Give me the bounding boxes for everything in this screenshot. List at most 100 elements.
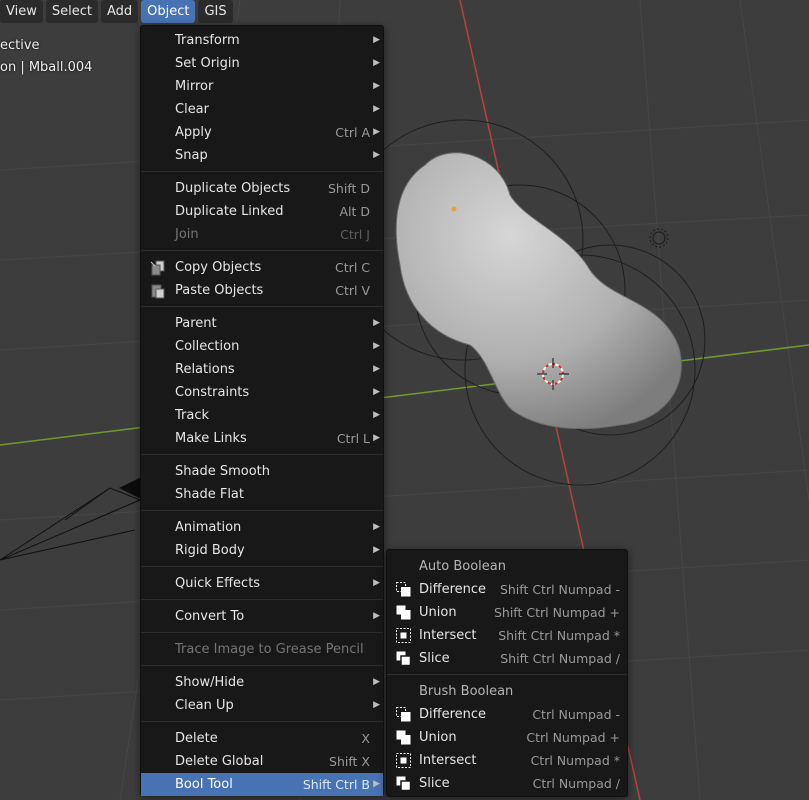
- submenu-arrow-icon: ▶: [373, 58, 380, 68]
- menu-item-label: Bool Tool: [175, 777, 233, 792]
- menu-item-label: Show/Hide: [175, 675, 245, 690]
- menu-item-apply[interactable]: Apply Ctrl A ▶: [141, 121, 383, 144]
- menu-item-label: Convert To: [175, 609, 245, 624]
- menu-item-rigid-body[interactable]: Rigid Body ▶: [141, 539, 383, 562]
- submenu-arrow-icon: ▶: [373, 779, 380, 789]
- submenu-arrow-icon: ▶: [373, 700, 380, 710]
- menu-separator: [387, 674, 627, 675]
- menu-item-clear[interactable]: Clear ▶: [141, 98, 383, 121]
- menu-separator: [141, 566, 383, 567]
- submenu-heading-auto-boolean: Auto Boolean: [419, 559, 506, 574]
- menu-item-parent[interactable]: Parent ▶: [141, 312, 383, 335]
- shortcut-label: Ctrl Numpad *: [530, 753, 620, 768]
- menu-item-label: Track: [175, 408, 210, 423]
- submenu-arrow-icon: ▶: [373, 545, 380, 555]
- slice-icon: [396, 776, 412, 792]
- bool-item-brush-boolean-difference[interactable]: Difference Ctrl Numpad -: [387, 703, 627, 726]
- menu-item-transform[interactable]: Transform ▶: [141, 29, 383, 52]
- shortcut-label: Shift Ctrl Numpad *: [498, 628, 620, 643]
- bool-item-auto-boolean-difference[interactable]: Difference Shift Ctrl Numpad -: [387, 578, 627, 601]
- menu-item-quick-effects[interactable]: Quick Effects ▶: [141, 572, 383, 595]
- bool-item-brush-boolean-union[interactable]: Union Ctrl Numpad +: [387, 726, 627, 749]
- menu-item-mirror[interactable]: Mirror ▶: [141, 75, 383, 98]
- menu-item-label: Duplicate Linked: [175, 204, 284, 219]
- menu-item-show-hide[interactable]: Show/Hide ▶: [141, 671, 383, 694]
- paste-icon: [150, 283, 166, 299]
- submenu-arrow-icon: ▶: [373, 364, 380, 374]
- difference-icon: [396, 707, 411, 722]
- menu-item-delete[interactable]: Delete X: [141, 727, 383, 750]
- menu-item-label: Delete: [175, 731, 218, 746]
- menu-item-label: Mirror: [175, 79, 214, 94]
- submenu-heading-brush-boolean: Brush Boolean: [419, 684, 514, 699]
- menu-item-label: Make Links: [175, 431, 247, 446]
- menu-select[interactable]: Select: [45, 0, 98, 23]
- menu-item-snap[interactable]: Snap ▶: [141, 144, 383, 167]
- union-icon: [396, 730, 411, 745]
- submenu-arrow-icon: ▶: [373, 522, 380, 532]
- menu-item-make-links[interactable]: Make Links Ctrl L ▶: [141, 427, 383, 450]
- menu-item-shade-smooth[interactable]: Shade Smooth: [141, 460, 383, 483]
- submenu-arrow-icon: ▶: [373, 35, 380, 45]
- menu-item-label: Rigid Body: [175, 543, 245, 558]
- metaball-object[interactable]: [395, 152, 682, 430]
- menu-separator: [141, 250, 383, 251]
- bool-item-auto-boolean-intersect[interactable]: Intersect Shift Ctrl Numpad *: [387, 624, 627, 647]
- shortcut-label: Shift Ctrl Numpad /: [500, 651, 620, 666]
- menu-item-duplicate-linked[interactable]: Duplicate Linked Alt D: [141, 200, 383, 223]
- menu-item-label: Paste Objects: [175, 283, 264, 298]
- submenu-arrow-icon: ▶: [373, 410, 380, 420]
- menu-item-set-origin[interactable]: Set Origin ▶: [141, 52, 383, 75]
- shortcut-label: Ctrl A: [335, 125, 370, 140]
- submenu-arrow-icon: ▶: [373, 104, 380, 114]
- menu-item-label: Difference: [419, 707, 487, 722]
- shortcut-label: Ctrl C: [335, 260, 370, 275]
- bool-item-auto-boolean-slice[interactable]: Slice Shift Ctrl Numpad /: [387, 647, 627, 670]
- menu-separator: [141, 454, 383, 455]
- shortcut-label: Ctrl J: [340, 227, 370, 242]
- menu-item-shade-flat[interactable]: Shade Flat: [141, 483, 383, 506]
- menu-item-label: Snap: [175, 148, 208, 163]
- submenu-arrow-icon: ▶: [373, 677, 380, 687]
- menu-item-copy-objects[interactable]: Copy Objects Ctrl C: [141, 256, 383, 279]
- menu-gis[interactable]: GIS: [198, 0, 233, 23]
- menu-add[interactable]: Add: [100, 0, 139, 23]
- copy-icon: [150, 260, 166, 276]
- menu-item-duplicate-objects[interactable]: Duplicate Objects Shift D: [141, 177, 383, 200]
- menu-item-animation[interactable]: Animation ▶: [141, 516, 383, 539]
- menu-item-label: Difference: [419, 582, 487, 597]
- menu-item-paste-objects[interactable]: Paste Objects Ctrl V: [141, 279, 383, 302]
- menu-item-relations[interactable]: Relations ▶: [141, 358, 383, 381]
- menu-item-collection[interactable]: Collection ▶: [141, 335, 383, 358]
- menu-item-label: Collection: [175, 339, 240, 354]
- shortcut-label: X: [361, 731, 370, 746]
- submenu-arrow-icon: ▶: [373, 150, 380, 160]
- menu-object[interactable]: Object: [141, 0, 196, 23]
- bool-tool-submenu: Auto Boolean Difference Shift Ctrl Numpad …: [386, 549, 628, 797]
- menu-view[interactable]: View: [0, 0, 43, 23]
- menu-separator: [141, 721, 383, 722]
- shortcut-label: Shift Ctrl Numpad +: [493, 605, 620, 620]
- shortcut-label: Alt D: [339, 204, 370, 219]
- shortcut-label: Ctrl Numpad +: [526, 730, 620, 745]
- menu-item-label: Copy Objects: [175, 260, 262, 275]
- bool-item-brush-boolean-intersect[interactable]: Intersect Ctrl Numpad *: [387, 749, 627, 772]
- light-icon[interactable]: [649, 228, 669, 248]
- bool-item-brush-boolean-slice[interactable]: Slice Ctrl Numpad /: [387, 772, 627, 795]
- shortcut-label: Shift X: [329, 754, 370, 769]
- menu-item-convert-to[interactable]: Convert To ▶: [141, 605, 383, 628]
- intersect-icon: [396, 628, 411, 643]
- menu-item-label: Delete Global: [175, 754, 264, 769]
- menu-item-delete-global[interactable]: Delete Global Shift X: [141, 750, 383, 773]
- submenu-arrow-icon: ▶: [373, 81, 380, 91]
- menu-separator: [141, 665, 383, 666]
- menu-item-label: Intersect: [419, 753, 477, 768]
- menu-separator: [141, 510, 383, 511]
- menu-item-track[interactable]: Track ▶: [141, 404, 383, 427]
- menu-separator: [141, 632, 383, 633]
- menu-item-constraints[interactable]: Constraints ▶: [141, 381, 383, 404]
- bool-item-auto-boolean-union[interactable]: Union Shift Ctrl Numpad +: [387, 601, 627, 624]
- menu-item-bool-tool[interactable]: Bool Tool Shift Ctrl B ▶: [141, 773, 383, 796]
- menu-item-clean-up[interactable]: Clean Up ▶: [141, 694, 383, 717]
- submenu-arrow-icon: ▶: [373, 611, 380, 621]
